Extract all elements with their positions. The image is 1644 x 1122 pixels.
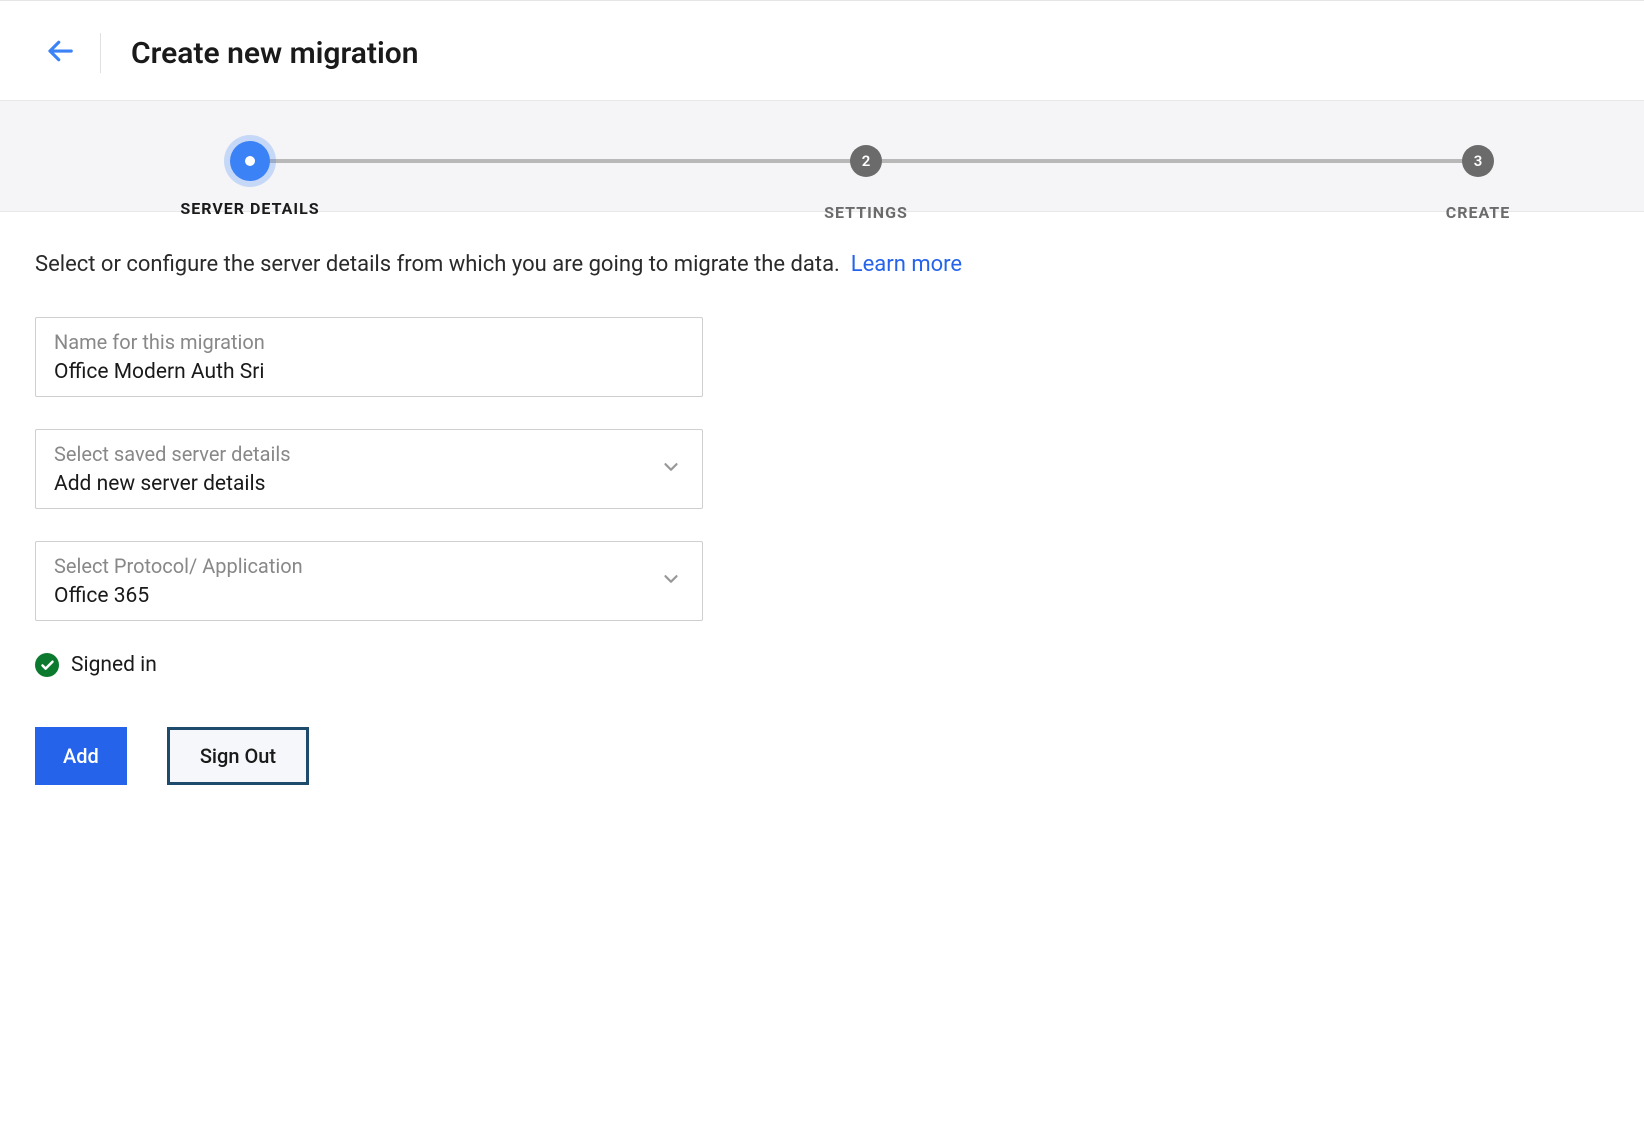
signin-status: Signed in xyxy=(35,653,1609,677)
button-row: Add Sign Out xyxy=(35,727,1609,785)
step-line xyxy=(268,159,852,163)
instruction-body: Select or configure the server details f… xyxy=(35,252,840,277)
field-label: Select Protocol/ Application xyxy=(54,554,684,578)
header-divider xyxy=(100,33,101,73)
page-title: Create new migration xyxy=(131,36,419,71)
protocol-select[interactable]: Select Protocol/ Application Office 365 xyxy=(35,541,703,621)
step-circle: 2 xyxy=(850,145,882,177)
step-circle-active xyxy=(230,141,270,181)
step-circle: 3 xyxy=(1462,145,1494,177)
chevron-down-icon xyxy=(660,568,682,594)
step-server-details[interactable]: SERVER DETAILS xyxy=(230,141,270,181)
step-line xyxy=(880,159,1464,163)
migration-name-field[interactable]: Name for this migration Office Modern Au… xyxy=(35,317,703,397)
add-button[interactable]: Add xyxy=(35,727,127,785)
step-label: SETTINGS xyxy=(824,203,908,222)
status-text: Signed in xyxy=(71,653,157,677)
field-label: Name for this migration xyxy=(54,330,684,354)
step-label: CREATE xyxy=(1446,203,1510,222)
saved-server-select[interactable]: Select saved server details Add new serv… xyxy=(35,429,703,509)
step-label: SERVER DETAILS xyxy=(180,199,319,218)
chevron-down-icon xyxy=(660,456,682,482)
step-settings[interactable]: 2 SETTINGS xyxy=(850,145,882,177)
field-label: Select saved server details xyxy=(54,442,684,466)
field-value: Add new server details xyxy=(54,472,684,496)
check-circle-icon xyxy=(35,653,59,677)
stepper-bar: SERVER DETAILS 2 SETTINGS 3 CREATE xyxy=(0,101,1644,212)
signout-button[interactable]: Sign Out xyxy=(167,727,309,785)
instruction-text: Select or configure the server details f… xyxy=(35,252,1609,277)
main-content: Select or configure the server details f… xyxy=(0,212,1644,825)
stepper: SERVER DETAILS 2 SETTINGS 3 CREATE xyxy=(100,141,1544,181)
field-value: Office Modern Auth Sri xyxy=(54,360,684,384)
back-arrow-icon[interactable] xyxy=(40,31,80,75)
step-create[interactable]: 3 CREATE xyxy=(1462,145,1494,177)
page-header: Create new migration xyxy=(0,1,1644,101)
field-value: Office 365 xyxy=(54,584,684,608)
learn-more-link[interactable]: Learn more xyxy=(851,252,962,277)
